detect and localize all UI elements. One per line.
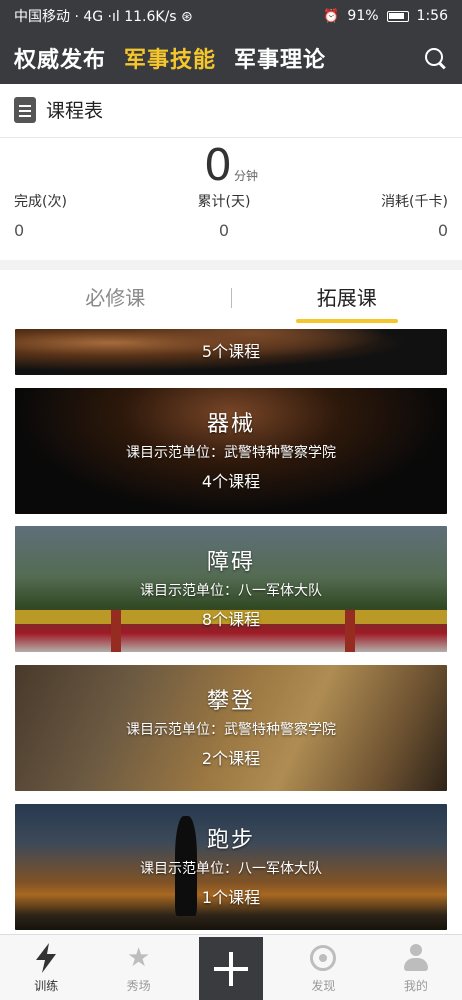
total-minutes-value: 0 bbox=[203, 140, 232, 191]
course-text: 攀登 课目示范单位：武警特种警察学院 2个课程 bbox=[15, 683, 447, 769]
tab-label: 我的 bbox=[403, 979, 428, 993]
course-count: 5个课程 bbox=[201, 342, 261, 361]
course-unit: 课目示范单位：武警特种警察学院 bbox=[126, 722, 336, 738]
tab-military-theory[interactable]: 军事理论 bbox=[234, 42, 326, 74]
course-unit: 课目示范单位：八一军体大队 bbox=[140, 583, 322, 599]
course-text: 障碍 课目示范单位：八一军体大队 8个课程 bbox=[15, 544, 447, 630]
stat-calories: 消耗(千卡) 0 bbox=[381, 191, 448, 240]
tab-training[interactable]: 训练 bbox=[0, 935, 92, 1000]
tab-mine[interactable]: 我的 bbox=[370, 935, 462, 1000]
discover-icon bbox=[308, 943, 338, 973]
course-unit: 课目示范单位：武警特种警察学院 bbox=[126, 445, 336, 461]
course-name: 器械 bbox=[206, 412, 255, 437]
stats-row: 完成(次) 0 累计(天) 0 消耗(千卡) 0 bbox=[0, 191, 462, 240]
course-name: 障碍 bbox=[206, 550, 255, 575]
stat-value: 0 bbox=[14, 221, 25, 240]
course-text: 跑步 课目示范单位：八一军体大队 1个课程 bbox=[15, 822, 447, 908]
schedule-title: 课程表 bbox=[46, 100, 104, 122]
schedule-card[interactable]: 课程表 0 分钟 完成(次) 0 累计(天) 0 消耗(千卡) 0 bbox=[0, 84, 462, 260]
stat-value: 0 bbox=[437, 221, 448, 240]
stat-completed: 完成(次) 0 bbox=[14, 191, 67, 240]
divider bbox=[0, 137, 462, 138]
alarm-icon: ⏰ bbox=[323, 8, 340, 24]
search-icon[interactable] bbox=[422, 45, 448, 71]
plus-icon bbox=[214, 951, 249, 986]
status-bar: 中国移动 · 4G ·ıl 11.6K/s ⊛ ⏰ 91% 1:56 bbox=[0, 0, 462, 32]
course-count: 2个课程 bbox=[201, 749, 261, 768]
add-button[interactable] bbox=[199, 937, 264, 1000]
course-text: 器械 课目示范单位：武警特种警察学院 4个课程 bbox=[15, 406, 447, 492]
battery-icon bbox=[386, 10, 409, 22]
tab-authority-release[interactable]: 权威发布 bbox=[14, 42, 106, 74]
course-count: 1个课程 bbox=[201, 888, 261, 907]
course-list[interactable]: 5个课程 器械 课目示范单位：武警特种警察学院 4个课程 障碍 课目示范单位：八… bbox=[0, 326, 462, 934]
course-card-climbing[interactable]: 攀登 课目示范单位：武警特种警察学院 2个课程 bbox=[15, 665, 447, 791]
stat-cumulative-days: 累计(天) 0 bbox=[198, 191, 251, 240]
header-nav: 权威发布 军事技能 军事理论 bbox=[0, 32, 462, 84]
total-minutes: 0 分钟 bbox=[0, 140, 462, 191]
course-count: 4个课程 bbox=[201, 472, 261, 491]
tab-discover[interactable]: 发现 bbox=[277, 935, 369, 1000]
battery-percent: 91% bbox=[347, 8, 379, 24]
course-name: 攀登 bbox=[206, 689, 255, 714]
course-name: 跑步 bbox=[206, 828, 255, 853]
stat-label: 完成(次) bbox=[14, 194, 67, 210]
course-tabs: 必修课 拓展课 bbox=[0, 270, 462, 326]
tab-extended-courses[interactable]: 拓展课 bbox=[232, 270, 462, 326]
tab-label: 发现 bbox=[311, 979, 336, 993]
top-bar: 中国移动 · 4G ·ıl 11.6K/s ⊛ ⏰ 91% 1:56 权威发布 … bbox=[0, 0, 462, 84]
tab-label: 秀场 bbox=[126, 979, 151, 993]
stat-label: 累计(天) bbox=[197, 194, 251, 210]
profile-icon bbox=[401, 943, 431, 973]
schedule-header: 课程表 bbox=[0, 84, 462, 135]
tab-add[interactable] bbox=[185, 935, 277, 1000]
course-count: 8个课程 bbox=[201, 610, 261, 629]
star-icon: ★ bbox=[126, 943, 151, 973]
course-card-obstacle[interactable]: 障碍 课目示范单位：八一军体大队 8个课程 bbox=[15, 526, 447, 652]
course-card-running[interactable]: 跑步 课目示范单位：八一军体大队 1个课程 bbox=[15, 804, 447, 930]
tab-required-courses[interactable]: 必修课 bbox=[0, 270, 231, 326]
lightning-icon bbox=[31, 943, 61, 973]
bottom-tab-bar: 训练 ★ 秀场 发现 我的 bbox=[0, 934, 462, 1000]
stat-value: 0 bbox=[218, 221, 230, 240]
clock: 1:56 bbox=[416, 8, 448, 24]
calendar-icon bbox=[14, 96, 36, 123]
tab-label: 训练 bbox=[34, 979, 59, 993]
status-left: 中国移动 · 4G ·ıl 11.6K/s ⊛ bbox=[14, 9, 193, 25]
course-card[interactable]: 5个课程 bbox=[15, 329, 447, 375]
course-text: 5个课程 bbox=[15, 332, 447, 362]
course-unit: 课目示范单位：八一军体大队 bbox=[140, 861, 322, 877]
stat-label: 消耗(千卡) bbox=[381, 194, 448, 210]
status-right: ⏰ 91% 1:56 bbox=[323, 8, 448, 24]
tab-military-skills[interactable]: 军事技能 bbox=[124, 42, 216, 74]
total-minutes-unit: 分钟 bbox=[233, 169, 258, 183]
tab-showcase[interactable]: ★ 秀场 bbox=[92, 935, 184, 1000]
course-card-equipment[interactable]: 器械 课目示范单位：武警特种警察学院 4个课程 bbox=[15, 388, 447, 514]
